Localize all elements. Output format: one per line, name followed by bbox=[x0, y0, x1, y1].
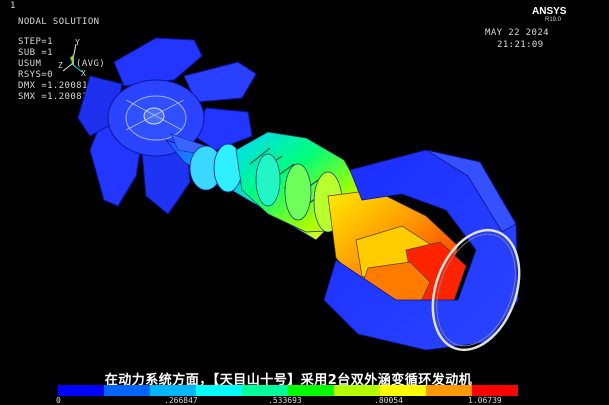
legend-band-8 bbox=[380, 385, 426, 396]
legend-band-4 bbox=[196, 385, 242, 396]
legend-band-10 bbox=[472, 385, 518, 396]
legend-tick-0: 0 bbox=[56, 396, 61, 405]
legend-tick-2: .533693 bbox=[268, 396, 302, 405]
engine-fe-model bbox=[77, 37, 521, 352]
legend-tick-3: .80054 bbox=[374, 396, 403, 405]
legend-band-3 bbox=[150, 385, 196, 396]
graphics-viewport[interactable]: 1 NODAL SOLUTION STEP=1 SUB =1 USUM RSYS… bbox=[6, 0, 571, 405]
legend-band-1 bbox=[58, 385, 104, 396]
legend-band-9 bbox=[426, 385, 472, 396]
legend-tick-4: 1.06739 bbox=[468, 396, 502, 405]
legend-band-2 bbox=[104, 385, 150, 396]
legend-band-6 bbox=[288, 385, 334, 396]
contour-legend-bar bbox=[58, 385, 518, 396]
legend-band-7 bbox=[334, 385, 380, 396]
legend-tick-labels: 0 .266847 .533693 .80054 1.06739 bbox=[46, 397, 526, 405]
legend-band-5 bbox=[242, 385, 288, 396]
legend-tick-1: .266847 bbox=[164, 396, 198, 405]
